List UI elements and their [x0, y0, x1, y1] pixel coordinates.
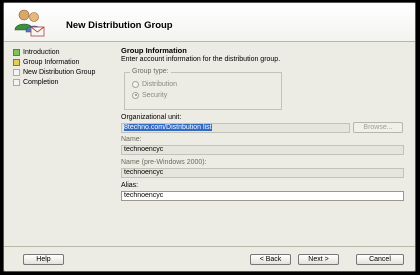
- ou-value: 8techno.com/Distribution list: [124, 124, 212, 131]
- section-title: Group Information: [121, 46, 187, 55]
- name-label: Name:: [121, 136, 142, 143]
- step-pending-icon: [13, 78, 20, 86]
- radio-unselected-icon: [132, 80, 139, 88]
- section-description: Enter account information for the distri…: [121, 56, 281, 63]
- radio-distribution[interactable]: Distribution: [132, 79, 177, 89]
- wizard-steps-nav: Introduction Group Information New Distr…: [4, 42, 112, 246]
- nav-item-group-information[interactable]: Group Information: [13, 57, 79, 67]
- help-button[interactable]: Help: [23, 254, 64, 265]
- prewin-name-label: Name (pre-Windows 2000):: [121, 159, 207, 166]
- nav-item-label: New Distribution Group: [23, 68, 96, 76]
- wizard-title: New Distribution Group: [66, 20, 173, 31]
- radio-label: Distribution: [142, 80, 178, 88]
- radio-selected-icon: [132, 91, 139, 99]
- nav-item-label: Completion: [23, 78, 59, 86]
- cancel-button[interactable]: Cancel: [356, 254, 404, 265]
- group-users-icon: [14, 9, 45, 37]
- footer-divider: [4, 246, 415, 247]
- next-button[interactable]: Next >: [298, 254, 339, 265]
- back-button[interactable]: < Back: [250, 254, 291, 265]
- group-type-groupbox: Group type: Distribution Security: [124, 68, 282, 110]
- nav-item-label: Group Information: [23, 58, 80, 66]
- ou-field[interactable]: 8techno.com/Distribution list: [121, 123, 350, 133]
- step-current-icon: [13, 58, 20, 66]
- step-pending-icon: [13, 68, 20, 76]
- prewin-name-field[interactable]: technoencyc: [121, 168, 404, 178]
- radio-label: Security: [142, 91, 168, 99]
- nav-item-new-distribution-group[interactable]: New Distribution Group: [13, 67, 95, 77]
- wizard-header: New Distribution Group: [4, 3, 415, 41]
- alias-label: Alias:: [121, 182, 139, 189]
- group-type-label: Group type:: [130, 68, 171, 75]
- nav-item-introduction[interactable]: Introduction: [13, 47, 60, 57]
- step-complete-icon: [13, 48, 20, 56]
- alias-field[interactable]: technoencyc: [121, 191, 404, 201]
- radio-security[interactable]: Security: [132, 90, 167, 100]
- nav-item-completion[interactable]: Completion: [13, 77, 58, 87]
- wizard-content: Group Information Enter account informat…: [117, 46, 412, 242]
- name-field[interactable]: technoencyc: [121, 145, 404, 155]
- wizard-window: New Distribution Group Introduction Grou…: [3, 2, 416, 272]
- browse-button[interactable]: Browse...: [353, 122, 403, 133]
- ou-label: Organizational unit:: [121, 114, 182, 121]
- nav-item-label: Introduction: [23, 48, 60, 56]
